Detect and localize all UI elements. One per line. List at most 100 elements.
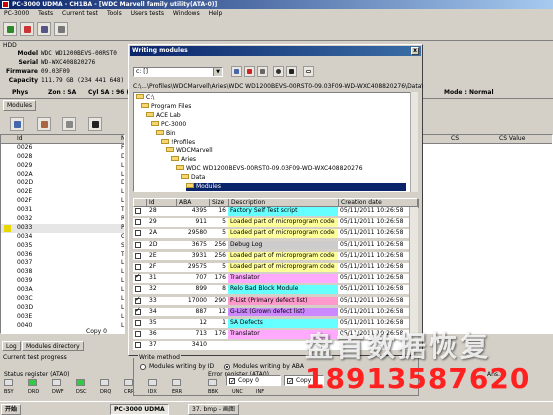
table-row[interactable]: 0039 Lo bbox=[1, 277, 124, 286]
module-checkbox[interactable] bbox=[135, 208, 141, 214]
task-pc3000[interactable]: PC-3000 UDMA bbox=[110, 404, 169, 415]
module-row[interactable]: 28 4395 16 Factory Self Test script 05/11/20… bbox=[133, 207, 409, 216]
module-checkbox[interactable] bbox=[135, 296, 141, 304]
drive-select[interactable]: c: [] ▼ bbox=[133, 67, 223, 77]
radio-by-id[interactable] bbox=[140, 364, 146, 370]
options-button[interactable] bbox=[303, 66, 314, 77]
table-row[interactable]: 0026 Fo bbox=[1, 144, 124, 153]
module-row[interactable]: 2D 3675 256 Debug Log 05/11/2011 10:26:58 bbox=[133, 240, 409, 250]
edit-button[interactable] bbox=[231, 66, 242, 77]
write-modules-button[interactable] bbox=[37, 117, 51, 131]
table-row[interactable]: 0037 Lo bbox=[1, 259, 124, 268]
module-checkbox[interactable] bbox=[135, 241, 141, 248]
menu-tests[interactable]: Tests bbox=[38, 10, 53, 17]
table-row[interactable]: 0038 Lo bbox=[1, 268, 124, 277]
tree-folder[interactable]: Data bbox=[181, 174, 205, 182]
menu-pc3000[interactable]: PC-3000 bbox=[4, 10, 29, 17]
module-checkbox[interactable] bbox=[135, 342, 141, 349]
dialog-close-button[interactable]: x bbox=[411, 47, 419, 55]
table-row[interactable]: 002E Lo bbox=[1, 188, 124, 197]
copy1-checkbox[interactable]: ✓ bbox=[287, 378, 293, 385]
drive-button[interactable] bbox=[37, 22, 51, 36]
module-row[interactable]: 2E 3931 256 Loaded part of microprogram cod… bbox=[133, 251, 409, 261]
tab-modules-directory[interactable]: Modules directory bbox=[22, 341, 84, 351]
table-row[interactable]: 002F Lo bbox=[1, 197, 124, 206]
tree-folder[interactable]: C:\ bbox=[136, 94, 154, 102]
table-row[interactable]: 003D Lo bbox=[1, 304, 124, 313]
menu-windows[interactable]: Windows bbox=[173, 10, 200, 17]
module-row[interactable]: 2A 29580 5 Loaded part of microprogram code… bbox=[133, 229, 409, 238]
menu-users-tests[interactable]: Users tests bbox=[131, 10, 164, 17]
module-row[interactable]: 34 887 12G-List (Grown defect list)05/11/2… bbox=[133, 307, 409, 317]
table-row[interactable]: 003E Lo bbox=[1, 313, 124, 322]
col-id-header[interactable]: Id bbox=[17, 135, 23, 144]
reset-button[interactable] bbox=[20, 22, 34, 36]
module-checkbox[interactable] bbox=[135, 273, 141, 282]
table-row[interactable]: 003A Lo bbox=[1, 286, 124, 295]
module-aba: 887 bbox=[195, 307, 207, 315]
menu-tools[interactable]: Tools bbox=[107, 10, 122, 17]
module-row[interactable]: 33 17000 290P-List (Primary defect list)05… bbox=[133, 296, 409, 306]
module-checkbox[interactable] bbox=[135, 286, 141, 293]
tab-log[interactable]: Log bbox=[2, 341, 21, 351]
menu-help[interactable]: Help bbox=[209, 10, 223, 17]
col-csvalue-header[interactable]: CS Value bbox=[499, 135, 525, 142]
tree-folder[interactable]: PC-3000 bbox=[151, 120, 186, 129]
table-row[interactable]: 002D De bbox=[1, 179, 124, 188]
status-led-label: DSC bbox=[76, 389, 87, 395]
module-checkbox[interactable] bbox=[135, 252, 141, 259]
module-row[interactable]: 31 707 176Translator05/11/2011 10:26:58 bbox=[133, 273, 409, 283]
drive-icon bbox=[41, 26, 48, 33]
list-button[interactable] bbox=[62, 117, 76, 131]
play-button[interactable] bbox=[88, 117, 102, 131]
col-name-header[interactable]: Na bbox=[121, 135, 124, 144]
chevron-down-icon[interactable]: ▼ bbox=[213, 68, 222, 76]
table-row[interactable]: 003C Lo bbox=[1, 295, 124, 304]
tree-folder[interactable]: Bin bbox=[156, 129, 176, 138]
module-checkbox[interactable] bbox=[135, 230, 141, 237]
module-checkbox[interactable] bbox=[135, 219, 141, 226]
select-button[interactable] bbox=[257, 66, 268, 77]
module-row[interactable]: 32 899 8 Relo Bad Block Module 05/11/2011 10… bbox=[133, 285, 409, 294]
task-paint[interactable]: 37. bmp - 画图 bbox=[188, 404, 239, 415]
binoculars-button[interactable] bbox=[286, 66, 297, 77]
table-row[interactable]: 0035 SA bbox=[1, 242, 124, 251]
start-button[interactable]: 开始 bbox=[1, 404, 22, 415]
table-row[interactable]: 0034 G- bbox=[1, 233, 124, 242]
table-row[interactable]: 0033 P- bbox=[1, 223, 124, 233]
table-row[interactable]: 002A Lo bbox=[1, 171, 124, 180]
module-description: Debug Log bbox=[228, 240, 338, 250]
search-button[interactable] bbox=[273, 66, 284, 77]
module-checkbox[interactable] bbox=[135, 331, 141, 338]
copy0-checkbox[interactable]: ✓ bbox=[229, 378, 235, 385]
read-modules-button[interactable] bbox=[10, 117, 24, 131]
module-row[interactable]: 2F 29575 5 Loaded part of microprogram code… bbox=[133, 263, 409, 272]
module-row[interactable]: 29 911 5 Loaded part of microprogram code 05… bbox=[133, 218, 409, 227]
power-button[interactable] bbox=[3, 22, 17, 36]
tab-modules[interactable]: Modules bbox=[3, 100, 36, 111]
tree-folder[interactable]: WDCMarvell bbox=[166, 147, 213, 155]
table-row[interactable]: 0036 Tr bbox=[1, 251, 124, 260]
tree-folder[interactable]: Modules bbox=[186, 183, 406, 191]
delete-button[interactable] bbox=[244, 66, 255, 77]
col-cs-header[interactable]: CS bbox=[451, 135, 459, 142]
tree-folder[interactable]: ACE Lab bbox=[146, 111, 181, 120]
start-label: 开始 bbox=[5, 406, 18, 413]
tree-folder[interactable]: WDC WD1200BEVS-00RST0-09.03F09-WD-WXC408… bbox=[176, 165, 363, 173]
table-row[interactable]: 0029 Lo bbox=[1, 162, 124, 171]
module-checkbox[interactable] bbox=[135, 307, 141, 315]
radio-by-aba[interactable] bbox=[224, 364, 230, 370]
tree-folder[interactable]: !Profiles bbox=[161, 138, 195, 147]
tree-folder[interactable]: Program Files bbox=[141, 102, 191, 111]
tree-folder[interactable]: Aries bbox=[171, 156, 196, 164]
module-checkbox[interactable] bbox=[135, 264, 141, 270]
tool-button[interactable] bbox=[54, 22, 68, 36]
table-row[interactable]: 0031 Tr bbox=[1, 206, 124, 215]
table-row[interactable]: 0028 De bbox=[1, 153, 124, 162]
module-checkbox[interactable] bbox=[135, 320, 141, 326]
modules-grid-header: Id Na bbox=[1, 135, 124, 144]
table-row[interactable]: 0032 Re bbox=[1, 215, 124, 224]
menu-current-test[interactable]: Current test bbox=[62, 10, 98, 17]
zone-label: Zon : SA bbox=[48, 89, 77, 96]
tree-scrollbar[interactable] bbox=[410, 92, 418, 192]
